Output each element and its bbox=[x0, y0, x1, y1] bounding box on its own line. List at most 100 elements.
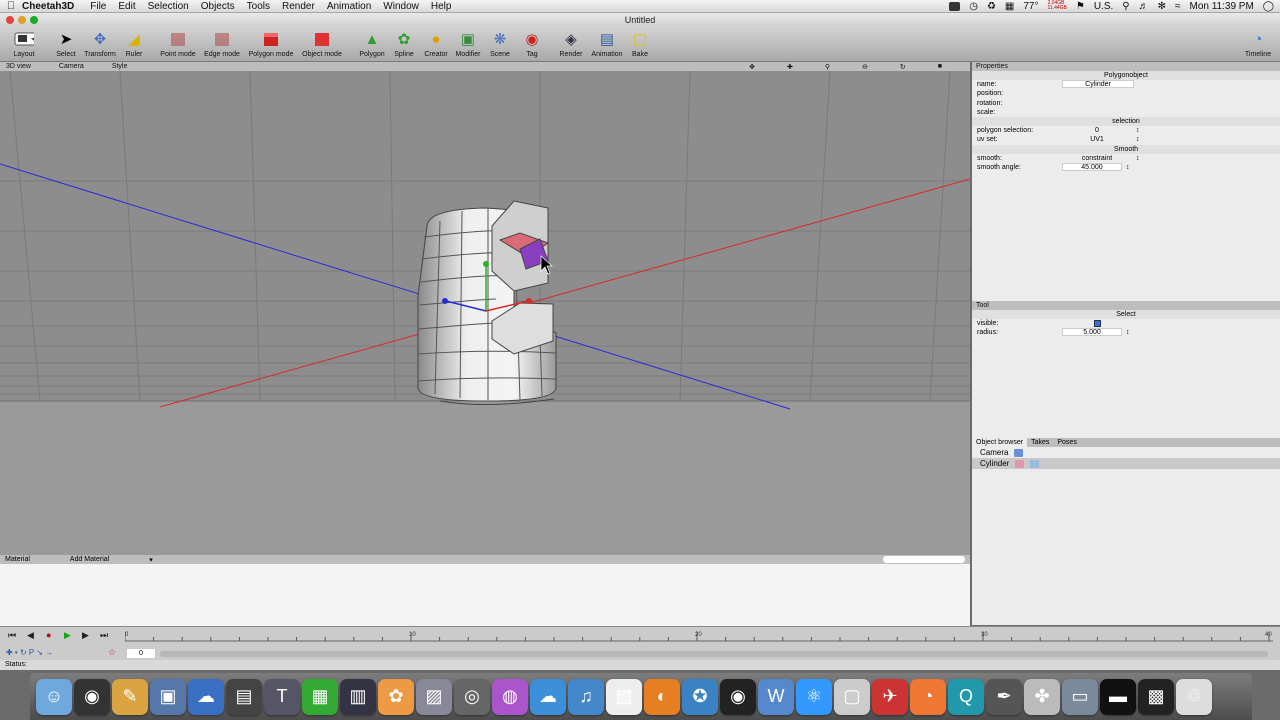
camera-menu[interactable]: Camera bbox=[59, 63, 84, 70]
object-row-camera[interactable]: Camera bbox=[972, 447, 1280, 458]
app-menu[interactable]: Cheetah3D bbox=[22, 1, 74, 12]
qtc-icon[interactable]: Q bbox=[948, 678, 984, 715]
zoom-button[interactable] bbox=[30, 16, 38, 24]
safari-icon[interactable]: ✪ bbox=[682, 678, 718, 715]
smooth-angle-stepper[interactable]: ↕ bbox=[1126, 163, 1130, 172]
clock[interactable]: Mon 11:39 PM bbox=[1190, 1, 1254, 12]
menu-render[interactable]: Render bbox=[282, 1, 315, 12]
smooth-value[interactable]: constraint bbox=[1062, 154, 1132, 163]
menu-objects[interactable]: Objects bbox=[201, 1, 235, 12]
dashboard-icon[interactable]: ◉ bbox=[74, 678, 110, 715]
firefox-icon[interactable]: ◐ bbox=[644, 678, 680, 715]
screen-icon[interactable]: ▩ bbox=[1138, 678, 1174, 715]
memory-monitor[interactable]: 2.04GB 11.44GB bbox=[1047, 1, 1066, 11]
radius-field[interactable]: 5.000 bbox=[1062, 328, 1122, 337]
material-tag-icon[interactable] bbox=[1015, 459, 1025, 468]
wifi-icon[interactable]: ≈ bbox=[1175, 1, 1181, 12]
itunes-icon[interactable]: ♫ bbox=[568, 678, 604, 715]
material-area[interactable] bbox=[0, 564, 970, 626]
z-handle-knob[interactable] bbox=[442, 298, 448, 304]
bake-button[interactable]: ▢ Bake bbox=[612, 29, 668, 58]
menu-edit[interactable]: Edit bbox=[118, 1, 135, 12]
paw-icon[interactable]: ✤ bbox=[1024, 678, 1060, 715]
polygon-selection-value[interactable]: 0 bbox=[1062, 126, 1132, 135]
clapper-icon[interactable]: ▤ bbox=[226, 678, 262, 715]
minimize-button[interactable] bbox=[18, 16, 26, 24]
play-icon[interactable]: ▶ bbox=[64, 630, 71, 641]
visible-checkbox[interactable] bbox=[1062, 319, 1132, 328]
search-icon[interactable]: ⚲ bbox=[1122, 1, 1129, 12]
timeline-ruler[interactable]: 0 10 20 30 40 bbox=[124, 629, 1273, 642]
smooth-angle-field[interactable]: 45.000 bbox=[1062, 163, 1122, 172]
record-icon[interactable]: ● bbox=[46, 630, 51, 640]
volume-icon[interactable]: ♬ bbox=[1139, 1, 1149, 12]
keyboard-icon[interactable]: ▦ bbox=[1005, 1, 1014, 12]
bluetooth-icon[interactable]: ✻ bbox=[1158, 1, 1166, 12]
finder-icon[interactable]: ☺ bbox=[36, 678, 72, 715]
dvd-icon[interactable]: ◎ bbox=[454, 678, 490, 715]
apple-icon[interactable]:  bbox=[0, 0, 22, 12]
film-icon[interactable]: ▦ bbox=[302, 678, 338, 715]
add-material-button[interactable]: Add Material bbox=[70, 556, 109, 563]
time-machine-icon[interactable]: ◷ bbox=[969, 1, 978, 12]
uv-set-stepper[interactable]: ↕ bbox=[1136, 135, 1140, 144]
view-name[interactable]: 3D view bbox=[6, 63, 31, 70]
polygon-selection-stepper[interactable]: ↕ bbox=[1136, 126, 1140, 135]
name-field[interactable]: Cylinder bbox=[1062, 80, 1134, 88]
cloud-icon[interactable]: ☁ bbox=[188, 678, 224, 715]
menu-help[interactable]: Help bbox=[431, 1, 452, 12]
smooth-stepper[interactable]: ↕ bbox=[1136, 154, 1140, 163]
menu-file[interactable]: File bbox=[90, 1, 106, 12]
go-end-icon[interactable]: ⏭ bbox=[100, 630, 108, 641]
spotlight-icon[interactable]: ◯ bbox=[1263, 1, 1274, 12]
timeline-button[interactable]: ◔ Timeline bbox=[1230, 29, 1280, 59]
tab-poses[interactable]: Poses bbox=[1053, 438, 1080, 447]
keyframe-icon[interactable]: ☆ bbox=[108, 647, 116, 658]
trash-icon[interactable]: ♲ bbox=[1176, 678, 1212, 715]
object-mode-button[interactable]: Object mode bbox=[294, 29, 350, 58]
position-label[interactable]: position: bbox=[972, 89, 1062, 98]
step-forward-icon[interactable]: ▶ bbox=[82, 630, 89, 641]
camera-tag-icon[interactable] bbox=[1014, 448, 1024, 457]
folder-icon[interactable]: ▭ bbox=[1062, 678, 1098, 715]
tab-takes[interactable]: Takes bbox=[1027, 438, 1053, 447]
rotation-label[interactable]: rotation: bbox=[972, 99, 1062, 108]
menu-animation[interactable]: Animation bbox=[327, 1, 371, 12]
word-icon[interactable]: W bbox=[758, 678, 794, 715]
chevron-down-icon[interactable]: ▾ bbox=[149, 556, 153, 564]
gallery-icon[interactable]: ▨ bbox=[416, 678, 452, 715]
dvd-player-icon[interactable]: ▢ bbox=[834, 678, 870, 715]
move-view-icon[interactable]: ✥ bbox=[749, 63, 755, 71]
x-handle-knob[interactable] bbox=[526, 298, 532, 304]
y-handle-knob[interactable] bbox=[483, 261, 489, 267]
colors-icon[interactable]: ✿ bbox=[378, 678, 414, 715]
photo-icon[interactable]: ▣ bbox=[150, 678, 186, 715]
input-source[interactable]: U.S. bbox=[1094, 1, 1113, 12]
menu-window[interactable]: Window bbox=[383, 1, 419, 12]
step-back-icon[interactable]: ◀ bbox=[27, 630, 34, 641]
radius-stepper[interactable]: ↕ bbox=[1126, 328, 1130, 337]
temperature[interactable]: 77° bbox=[1023, 1, 1038, 12]
atom-icon[interactable]: ⚛ bbox=[796, 678, 832, 715]
close-button[interactable] bbox=[6, 16, 14, 24]
preview-icon[interactable]: ▧ bbox=[606, 678, 642, 715]
uv-set-value[interactable]: UV1 bbox=[1062, 135, 1132, 144]
polygon-mode-button[interactable]: Polygon mode bbox=[243, 29, 299, 58]
spiral-icon[interactable]: ◔ bbox=[910, 678, 946, 715]
pan-view-icon[interactable]: ✚ bbox=[787, 63, 793, 71]
zoom-view-icon[interactable]: ⚲ bbox=[825, 63, 830, 71]
uv-tag-icon[interactable] bbox=[1030, 459, 1040, 468]
menu-selection[interactable]: Selection bbox=[148, 1, 189, 12]
go-start-icon[interactable]: ⏮ bbox=[8, 630, 16, 641]
object-row-cylinder[interactable]: Cylinder bbox=[972, 458, 1280, 469]
rotate-view-icon[interactable]: ↻ bbox=[900, 63, 906, 71]
rainbow-icon[interactable]: ◍ bbox=[492, 678, 528, 715]
pen-icon[interactable]: ✒ bbox=[986, 678, 1022, 715]
key-tools-icon[interactable]: ✚ • ↻ P ↘ → bbox=[6, 648, 53, 657]
ram-icon[interactable]: ▥ bbox=[340, 678, 376, 715]
edge-mode-button[interactable]: Edge mode bbox=[194, 29, 250, 58]
screen-sharing-icon[interactable] bbox=[949, 1, 961, 11]
scale-label[interactable]: scale: bbox=[972, 108, 1062, 117]
viewport-canvas[interactable] bbox=[0, 71, 970, 555]
maximize-view-icon[interactable]: ■ bbox=[938, 63, 942, 71]
